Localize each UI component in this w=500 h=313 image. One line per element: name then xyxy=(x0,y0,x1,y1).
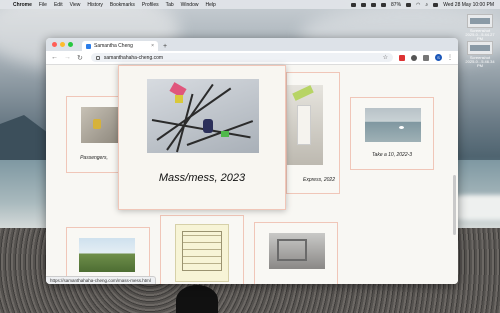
artwork-lightbox[interactable]: Mass/mess, 2023 xyxy=(118,65,286,210)
artwork-caption: Take a 10, 2022-3 xyxy=(371,152,413,158)
menu-file[interactable]: File xyxy=(39,2,47,8)
new-tab-button[interactable]: + xyxy=(163,43,167,50)
address-bar[interactable]: samanthahaha-cheng.com ☆ xyxy=(90,53,393,62)
tab-title: Samantha Cheng xyxy=(94,43,133,49)
extensions-puzzle-icon[interactable] xyxy=(411,54,417,61)
tray-icon[interactable] xyxy=(361,2,367,7)
site-info-icon[interactable] xyxy=(95,55,100,60)
tab-strip: Samantha Cheng × + xyxy=(46,38,458,51)
artwork-image xyxy=(79,238,135,272)
image-thumbnail-icon xyxy=(467,14,493,28)
close-tab-icon[interactable]: × xyxy=(151,43,154,49)
back-icon[interactable]: ← xyxy=(51,54,58,61)
battery-icon[interactable] xyxy=(406,2,412,7)
address-text: samanthahaha-cheng.com xyxy=(103,54,164,61)
desktop-file-screenshot[interactable]: Screenshot 2025-0...5.46.34 PM xyxy=(465,41,495,68)
menu-help[interactable]: Help xyxy=(205,2,215,8)
forward-icon[interactable]: → xyxy=(64,54,71,61)
status-bar-url: https://samanthahaha-cheng.com/mass-mess… xyxy=(46,276,156,284)
gallery-card[interactable] xyxy=(160,215,244,284)
image-thumbnail-icon xyxy=(467,41,493,55)
menu-profiles[interactable]: Profiles xyxy=(142,2,159,8)
battery-percent[interactable]: 87% xyxy=(391,2,401,8)
artwork-image xyxy=(175,224,229,282)
gallery-card[interactable] xyxy=(254,222,338,284)
menu-bookmarks[interactable]: Bookmarks xyxy=(110,2,135,8)
artwork-image xyxy=(269,233,325,269)
clock[interactable]: Wed 28 May 10:00 PM xyxy=(443,2,494,8)
tray-icon[interactable] xyxy=(381,2,387,7)
browser-window: Samantha Cheng × + ← → ↻ samanthahaha-ch… xyxy=(46,38,458,284)
wifi-icon[interactable]: ◠ xyxy=(416,2,420,8)
tab-active[interactable]: Samantha Cheng × xyxy=(82,41,158,51)
bookmark-star-icon[interactable]: ☆ xyxy=(383,54,388,61)
menu-kebab-icon[interactable]: ⋮ xyxy=(447,54,453,61)
menu-tab[interactable]: Tab xyxy=(166,2,174,8)
gallery-card[interactable]: Passengers, xyxy=(66,96,122,173)
menu-view[interactable]: View xyxy=(70,2,81,8)
page-content: Passengers, Express, 2022 Take a 10, 202… xyxy=(46,65,458,284)
menu-edit[interactable]: Edit xyxy=(54,2,63,8)
maximize-window-icon[interactable] xyxy=(68,42,73,47)
minimize-window-icon[interactable] xyxy=(60,42,65,47)
artwork-image xyxy=(81,107,119,143)
downloads-icon[interactable] xyxy=(423,54,429,61)
reload-icon[interactable]: ↻ xyxy=(77,54,83,62)
tray-icon[interactable] xyxy=(351,2,357,7)
menu-window[interactable]: Window xyxy=(181,2,199,8)
scrollbar[interactable] xyxy=(453,175,456,235)
browser-toolbar: ← → ↻ samanthahaha-cheng.com ☆ S ⋮ xyxy=(46,51,458,65)
site-favicon-icon xyxy=(86,43,91,49)
profile-avatar[interactable]: S xyxy=(435,54,442,61)
artwork-caption: Express, 2022 xyxy=(303,177,335,183)
control-center-icon[interactable] xyxy=(433,2,439,7)
artwork-title: Mass/mess, 2023 xyxy=(158,172,246,184)
macos-menubar: Chrome File Edit View History Bookmarks … xyxy=(0,0,500,9)
artwork-image xyxy=(287,85,323,165)
menu-app-name[interactable]: Chrome xyxy=(13,2,32,8)
gallery-card[interactable]: Express, 2022 xyxy=(286,72,340,194)
menu-history[interactable]: History xyxy=(87,2,103,8)
desktop-file-screenshot[interactable]: Screenshot 2025-0...5.44.27 PM xyxy=(465,14,495,41)
artwork-image xyxy=(365,108,421,142)
close-window-icon[interactable] xyxy=(52,42,57,47)
artwork-caption: Passengers, xyxy=(80,155,108,161)
tray-icon[interactable] xyxy=(371,2,377,7)
search-icon[interactable]: ⌕ xyxy=(425,2,428,8)
artwork-image-large xyxy=(147,79,259,153)
gallery-card[interactable]: Take a 10, 2022-3 xyxy=(350,97,434,170)
extension-icon[interactable] xyxy=(399,54,405,61)
